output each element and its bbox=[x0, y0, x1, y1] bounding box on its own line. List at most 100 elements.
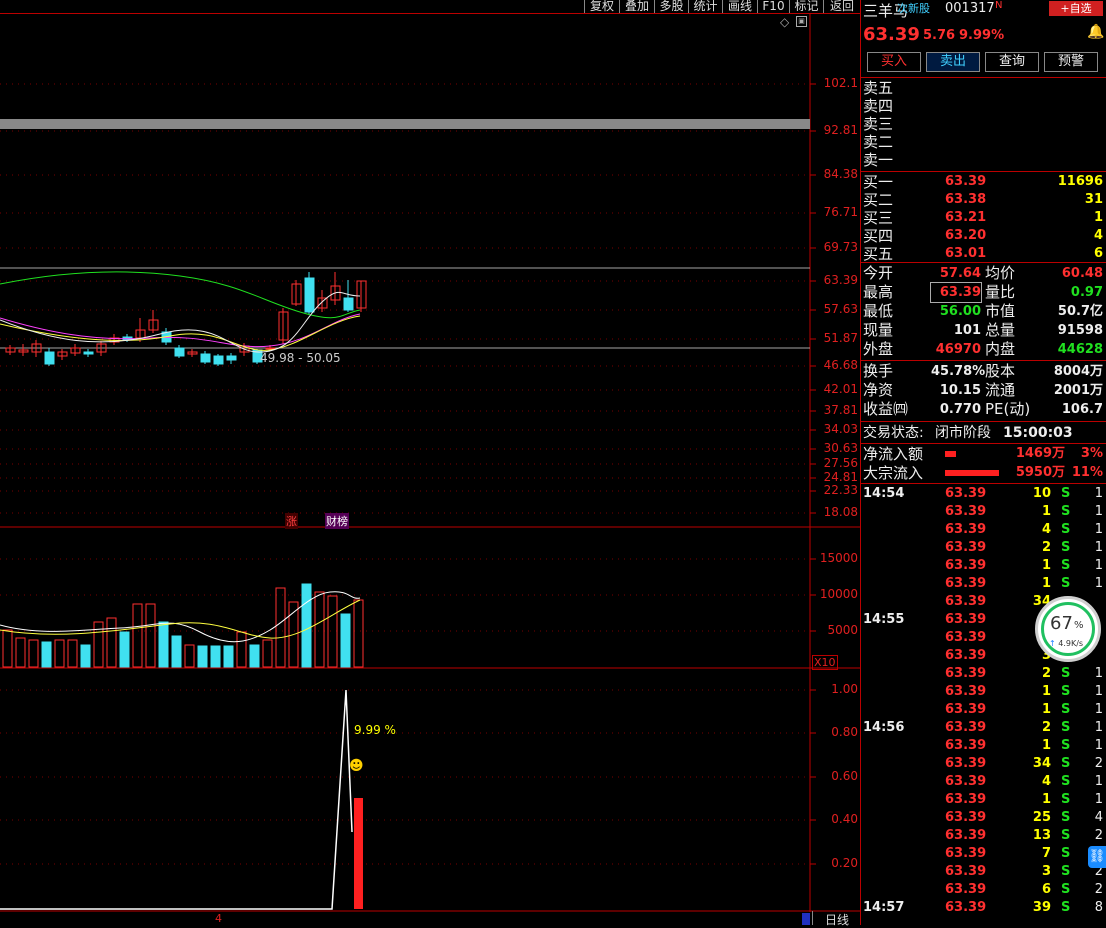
tick-side: S bbox=[1061, 864, 1071, 879]
stat-label: 现量 bbox=[863, 321, 894, 339]
stat-value: 0.770 bbox=[939, 402, 981, 417]
tick-price: 63.39 bbox=[945, 558, 987, 573]
bell-icon[interactable]: 🔔 bbox=[1087, 24, 1104, 40]
tick-price: 63.39 bbox=[945, 612, 987, 627]
tick-price: 63.39 bbox=[945, 720, 987, 735]
tick-price: 63.39 bbox=[945, 576, 987, 591]
y-axis-label: 92.81 bbox=[823, 123, 858, 137]
tag-zhang[interactable]: 涨 bbox=[285, 513, 298, 529]
y-axis-label: 24.81 bbox=[823, 470, 858, 484]
speed-widget[interactable]: 67 % ↑ 4.9K/s bbox=[1035, 596, 1101, 662]
tick-price: 63.39 bbox=[945, 684, 987, 699]
volume-bar bbox=[210, 645, 221, 668]
stock-tag: 次新股 bbox=[897, 2, 930, 15]
bid-price: 63.39 bbox=[945, 174, 987, 189]
tick-volume: 2 bbox=[1041, 540, 1051, 555]
tick-time: 14:57 bbox=[863, 900, 905, 915]
y-axis-label: 76.71 bbox=[823, 205, 858, 219]
stat-label: 换手 bbox=[863, 362, 894, 380]
tick-side: S bbox=[1061, 774, 1071, 789]
y-axis-label: 27.56 bbox=[823, 456, 858, 470]
tick-price: 63.39 bbox=[945, 846, 987, 861]
tick-volume: 1 bbox=[1041, 558, 1051, 573]
tick-count: 2 bbox=[1094, 882, 1103, 897]
add-watchlist-button[interactable]: +自选 bbox=[1049, 1, 1103, 16]
volume-bar bbox=[15, 637, 26, 668]
tick-price: 63.39 bbox=[945, 540, 987, 555]
y-axis-label: 69.73 bbox=[823, 240, 858, 254]
tick-volume: 4 bbox=[1041, 774, 1051, 789]
stat-label: 股本 bbox=[985, 362, 1016, 380]
tick-price: 63.39 bbox=[945, 900, 987, 915]
stat-label: 流通 bbox=[985, 381, 1016, 399]
tick-price: 63.39 bbox=[945, 486, 987, 501]
tick-price: 63.39 bbox=[945, 864, 987, 879]
tick-side: S bbox=[1061, 540, 1071, 555]
scroll-marker[interactable] bbox=[802, 913, 810, 925]
tick-side: S bbox=[1061, 522, 1071, 537]
y-axis-label: 46.68 bbox=[823, 358, 858, 372]
tick-price: 63.39 bbox=[945, 648, 987, 663]
tick-price: 63.39 bbox=[945, 774, 987, 789]
sell-button[interactable]: 卖出 bbox=[926, 52, 980, 72]
volume-bar bbox=[236, 631, 247, 668]
tick-volume: 2 bbox=[1041, 666, 1051, 681]
tick-volume: 25 bbox=[1032, 810, 1051, 825]
alert-button[interactable]: 预警 bbox=[1044, 52, 1098, 72]
tick-volume: 4 bbox=[1041, 522, 1051, 537]
tick-count: 1 bbox=[1094, 720, 1103, 735]
buy-button[interactable]: 买入 bbox=[867, 52, 921, 72]
candle-body bbox=[304, 277, 315, 313]
tick-count: 1 bbox=[1094, 486, 1103, 501]
flow-label: 净流入额 bbox=[863, 445, 924, 463]
period-button[interactable]: 日线 bbox=[812, 911, 861, 927]
trade-status: 交易状态: 闭市阶段 15:00:03 bbox=[861, 424, 1106, 442]
volume-bar bbox=[41, 641, 52, 668]
tick-count: 8 bbox=[1094, 900, 1103, 915]
candle-body bbox=[226, 355, 237, 361]
ask-level-label: 卖四 bbox=[863, 97, 894, 115]
divider bbox=[861, 421, 1106, 422]
tag-caibang[interactable]: 财榜 bbox=[325, 513, 349, 529]
volume-bar bbox=[28, 639, 39, 668]
ask-level-label: 卖二 bbox=[863, 133, 894, 151]
status-label: 交易状态: bbox=[863, 425, 924, 441]
tick-volume: 1 bbox=[1041, 504, 1051, 519]
volume-bar bbox=[184, 644, 195, 668]
ask-level-label: 卖五 bbox=[863, 79, 894, 97]
bid-price: 63.38 bbox=[945, 192, 987, 207]
stat-label: PE(动) bbox=[985, 400, 1031, 418]
divider bbox=[861, 443, 1106, 444]
tick-volume: 2 bbox=[1041, 720, 1051, 735]
stock-n: N bbox=[995, 0, 1003, 11]
bid-price: 63.21 bbox=[945, 210, 987, 225]
link-icon[interactable]: ⛓ bbox=[1088, 846, 1106, 868]
stat-value: 106.7 bbox=[1061, 402, 1103, 417]
tick-side: S bbox=[1061, 504, 1071, 519]
chart-area[interactable]: 复权 叠加 多股 统计 画线 F10 标记 返回 ◇ ▣ 102.1 92.81 84.38 76.… bbox=[0, 0, 861, 927]
indicator-axis-label: 0.60 bbox=[831, 769, 858, 783]
tick-price: 63.39 bbox=[945, 738, 987, 753]
tick-side: S bbox=[1061, 720, 1071, 735]
y-axis-label: 30.63 bbox=[823, 441, 858, 455]
divider bbox=[861, 77, 1106, 78]
volume-bar bbox=[301, 583, 312, 668]
stat-value: 0.97 bbox=[1070, 285, 1103, 300]
ask-level-label: 卖一 bbox=[863, 151, 894, 169]
divider bbox=[861, 262, 1106, 263]
stat-value: 57.64 bbox=[939, 266, 981, 281]
bid-level-label: 买二 bbox=[863, 191, 894, 209]
bid-price: 63.01 bbox=[945, 246, 987, 261]
stock-code: 001317 bbox=[945, 1, 995, 16]
bid-level-label: 买五 bbox=[863, 245, 894, 263]
volume-bar bbox=[340, 613, 351, 668]
stat-value: 63.39 bbox=[930, 282, 982, 303]
tick-volume: 1 bbox=[1041, 792, 1051, 807]
stat-value: 60.48 bbox=[1061, 266, 1103, 281]
stat-value: 46970 bbox=[935, 342, 981, 357]
stat-value: 44628 bbox=[1057, 342, 1103, 357]
y-axis-label: 102.1 bbox=[823, 76, 858, 90]
tick-price: 63.39 bbox=[945, 504, 987, 519]
query-button[interactable]: 查询 bbox=[985, 52, 1039, 72]
bid-volume: 11696 bbox=[1057, 174, 1103, 189]
